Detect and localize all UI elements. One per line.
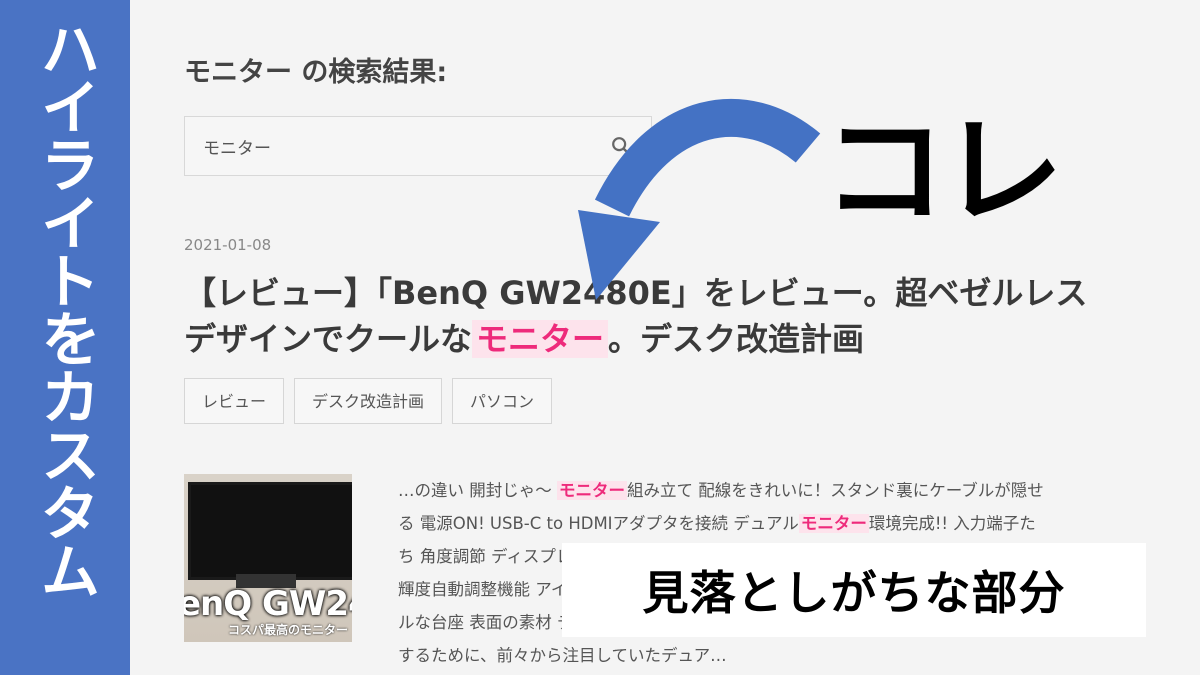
pointer-label: コレ	[822, 102, 1064, 240]
callout-box: 見落としがちな部分	[562, 543, 1146, 637]
callout-text: 見落としがちな部分	[642, 566, 1066, 620]
